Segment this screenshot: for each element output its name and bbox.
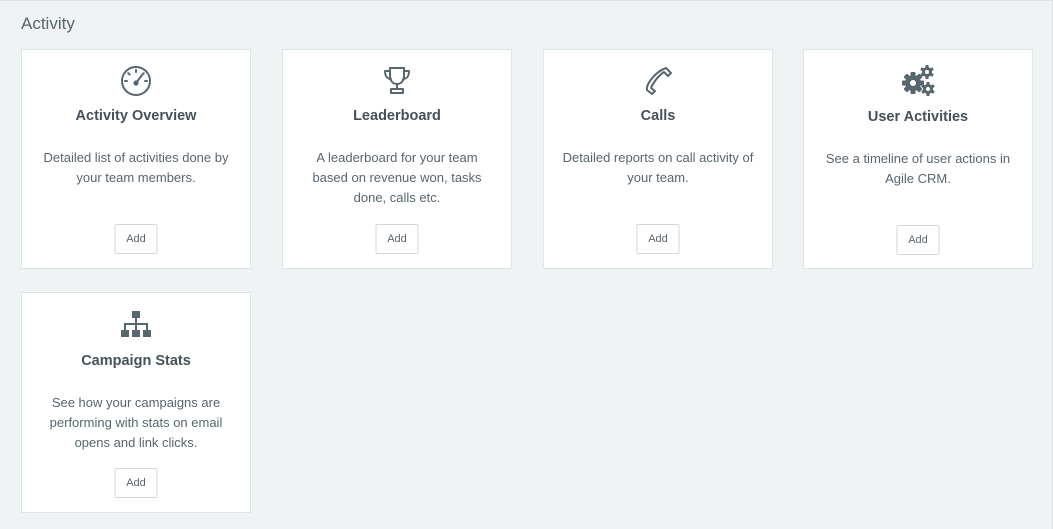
sitemap-icon: [22, 308, 250, 342]
add-leaderboard-button[interactable]: Add: [375, 224, 419, 254]
card-title: Activity Overview: [75, 108, 197, 124]
card-title: Leaderboard: [353, 108, 441, 124]
add-activity-overview-button[interactable]: Add: [114, 224, 158, 254]
card-description: Detailed list of activities done by your…: [43, 150, 229, 185]
card-leaderboard: Leaderboard A leaderboard for your team …: [282, 49, 512, 269]
card-activity-overview: Activity Overview Detailed list of activ…: [21, 49, 251, 269]
gears-icon: [804, 64, 1032, 98]
card-description: Detailed reports on call activity of you…: [562, 150, 754, 185]
speedometer-icon: [22, 64, 250, 98]
card-calls: Calls Detailed reports on call activity …: [543, 49, 773, 269]
card-description: See how your campaigns are performing wi…: [49, 395, 223, 450]
card-title: Calls: [640, 108, 676, 124]
card-description: See a timeline of user actions in Agile …: [825, 151, 1011, 186]
add-campaign-stats-button[interactable]: Add: [114, 468, 158, 498]
card-campaign-stats: Campaign Stats See how your campaigns ar…: [21, 292, 251, 513]
add-calls-button[interactable]: Add: [636, 224, 680, 254]
card-description: A leaderboard for your team based on rev…: [312, 150, 482, 205]
card-title: User Activities: [867, 109, 969, 125]
phone-icon: [544, 64, 772, 98]
add-user-activities-button[interactable]: Add: [896, 225, 940, 255]
section-title: Activity: [21, 14, 75, 33]
trophy-icon: [283, 64, 511, 98]
card-user-activities: User Activities See a timeline of user a…: [803, 49, 1033, 269]
card-title: Campaign Stats: [81, 353, 191, 369]
